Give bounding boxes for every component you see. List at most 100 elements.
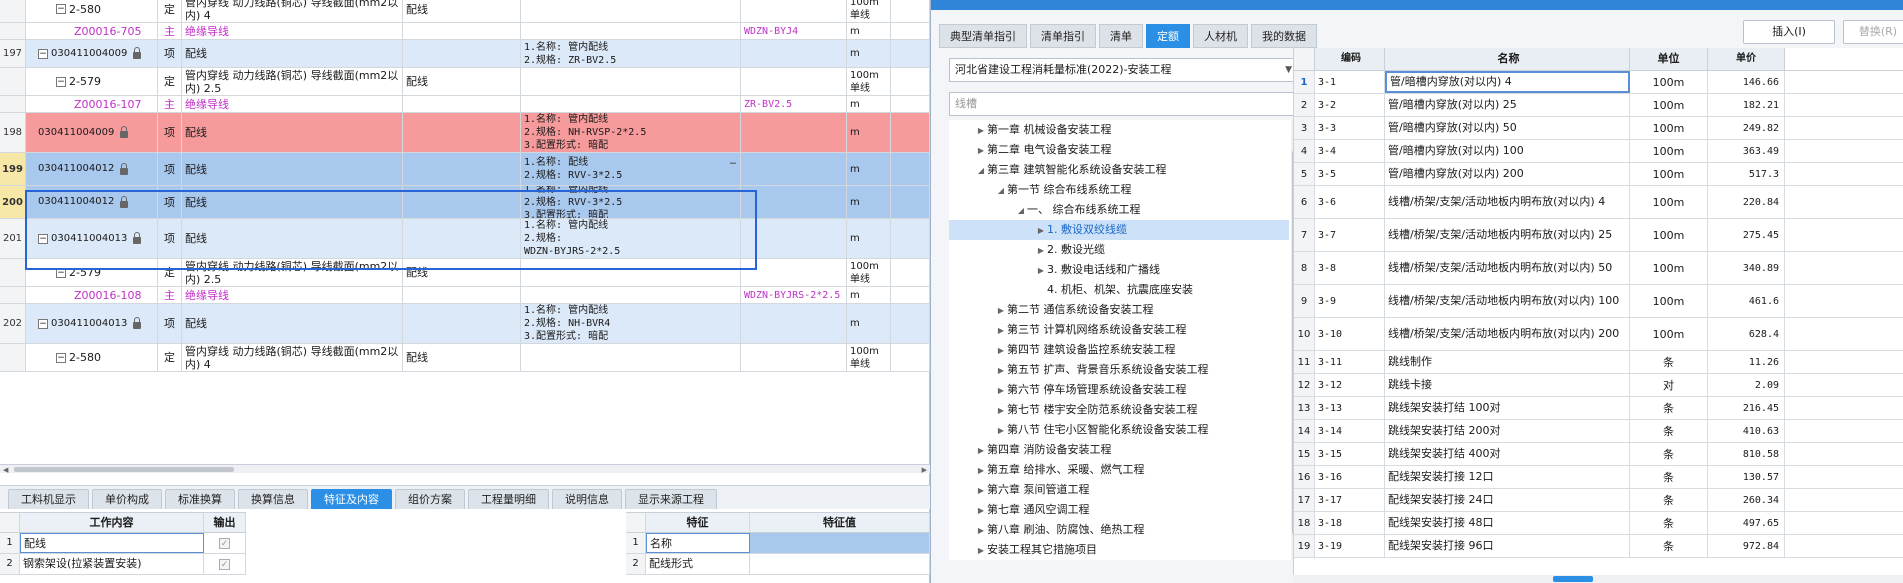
tree-node[interactable]: ▶ 2. 敷设光缆 bbox=[949, 240, 1289, 260]
feature-cell[interactable] bbox=[403, 113, 521, 152]
quota-code[interactable]: 3-13 bbox=[1315, 397, 1385, 419]
feature-cell[interactable] bbox=[403, 153, 521, 185]
table-row[interactable]: 11 3-11 跳线制作条 11.26 bbox=[1294, 351, 1903, 374]
table-row[interactable]: 1 名称 bbox=[626, 533, 930, 554]
bill-grid[interactable]: −2-580 定管内穿线 动力线路(铜芯) 导线截面(mm2以内) 4 配线 100m… bbox=[0, 0, 930, 464]
table-row[interactable]: 198 030411004009 项配线 1.名称: 管内配线 2.规格: NH-RVS… bbox=[0, 113, 930, 153]
chevron-down-icon[interactable]: ◢ bbox=[995, 181, 1007, 201]
name-cell[interactable]: 绝缘导线 bbox=[182, 287, 403, 303]
quota-code[interactable]: 3-12 bbox=[1315, 374, 1385, 396]
code-cell[interactable]: −030411004013 bbox=[26, 219, 158, 258]
tree-node[interactable]: ▶ 1. 敷设双绞线缆 bbox=[949, 220, 1289, 240]
quota-code[interactable]: 3-19 bbox=[1315, 535, 1385, 557]
table-row[interactable]: 18 3-18 配线架安装打接 48口条 497.65 bbox=[1294, 512, 1903, 535]
table-row[interactable]: 201−030411004013 项配线 1.名称: 管内配线 2.规格: WDZN-B… bbox=[0, 219, 930, 259]
scroll-left-icon[interactable]: ◀ bbox=[3, 466, 8, 474]
chevron-right-icon[interactable]: ▶ bbox=[975, 441, 987, 461]
table-row[interactable]: 3 3-3 管/暗槽内穿放(对以内) 50 100m 249.82 bbox=[1294, 117, 1903, 140]
output-checkbox[interactable]: ✓ bbox=[219, 559, 230, 570]
quota-name[interactable]: 配线架安装打接 24口 bbox=[1385, 489, 1630, 511]
code-cell[interactable]: −030411004013 bbox=[26, 304, 158, 343]
code-cell[interactable]: −2-579 bbox=[26, 68, 158, 95]
table-row[interactable]: 2 钢索架设(拉紧装置安装) ✓ bbox=[0, 554, 246, 575]
quota-code[interactable]: 3-9 bbox=[1315, 285, 1385, 317]
table-row[interactable]: 7 3-7 线槽/桥架/支架/活动地板内明布放(对以内) 25 100m 275.45 bbox=[1294, 219, 1903, 252]
tree-node[interactable]: ▶ 第四章 消防设备安装工程 bbox=[949, 440, 1289, 460]
feature-cell[interactable] bbox=[403, 219, 521, 258]
quota-name[interactable]: 线槽/桥架/支架/活动地板内明布放(对以内) 50 bbox=[1385, 252, 1630, 284]
quota-code[interactable]: 3-11 bbox=[1315, 351, 1385, 373]
table-row[interactable]: 16 3-16 配线架安装打接 12口条 130.57 bbox=[1294, 466, 1903, 489]
table-row[interactable]: 202−030411004013 项配线 1.名称: 管内配线 2.规格: NH-BV… bbox=[0, 304, 930, 344]
chevron-right-icon[interactable]: ▶ bbox=[995, 381, 1007, 401]
tree-node[interactable]: ▶ 第八章 刷油、防腐蚀、绝热工程 bbox=[949, 520, 1289, 540]
table-row[interactable]: −2-580 定管内穿线 动力线路(铜芯) 导线截面(mm2以内) 4 配线 100m… bbox=[0, 344, 930, 372]
spec-cell[interactable] bbox=[521, 344, 741, 371]
output-cell[interactable]: ✓ bbox=[204, 554, 246, 574]
spec-cell[interactable]: 1.名称: 管内配线 2.规格: RVV-3*2.5 3.配置形式: 暗配 bbox=[521, 186, 741, 218]
chevron-down-icon[interactable]: ◢ bbox=[975, 161, 987, 181]
tree-node[interactable]: ▶ 第二节 通信系统设备安装工程 bbox=[949, 300, 1289, 320]
tab-0[interactable]: 工料机显示 bbox=[8, 489, 89, 509]
spec-cell[interactable] bbox=[521, 96, 741, 112]
chevron-right-icon[interactable]: ▶ bbox=[975, 541, 987, 560]
table-row[interactable]: 4 3-4 管/暗槽内穿放(对以内) 100 100m 363.49 bbox=[1294, 140, 1903, 163]
tree-node[interactable]: ▶ 第七节 楼宇安全防范系统设备安装工程 bbox=[949, 400, 1289, 420]
feature-cell[interactable] bbox=[403, 304, 521, 343]
quota-code[interactable]: 3-10 bbox=[1315, 318, 1385, 350]
quota-code[interactable]: 3-5 bbox=[1315, 163, 1385, 185]
tree-node[interactable]: ▶ 第四节 建筑设备监控系统安装工程 bbox=[949, 340, 1289, 360]
feature-cell[interactable]: 配线 bbox=[403, 259, 521, 286]
chevron-right-icon[interactable]: ▶ bbox=[1035, 261, 1047, 281]
code-cell[interactable]: Z00016-108 bbox=[26, 287, 158, 303]
scroll-thumb[interactable] bbox=[1553, 576, 1593, 582]
code-cell[interactable]: Z00016-107 bbox=[26, 96, 158, 112]
quota-code[interactable]: 3-7 bbox=[1315, 219, 1385, 251]
output-checkbox[interactable]: ✓ bbox=[219, 538, 230, 549]
spec-cell[interactable]: 1.名称: 管内配线 2.规格: ZR-BV2.5 bbox=[521, 40, 741, 67]
name-cell[interactable]: 配线 bbox=[182, 40, 403, 67]
tree-node[interactable]: ◢ 第一节 综合布线系统工程 bbox=[949, 180, 1289, 200]
table-horizontal-scrollbar[interactable] bbox=[1293, 575, 1903, 583]
replace-button[interactable]: 替换(R) bbox=[1843, 20, 1903, 44]
feature-value[interactable] bbox=[750, 533, 930, 553]
dialog-title-bar[interactable] bbox=[931, 0, 1903, 10]
table-row[interactable]: 12 3-12 跳线卡接对 2.09 bbox=[1294, 374, 1903, 397]
quota-code[interactable]: 3-14 bbox=[1315, 420, 1385, 442]
table-row[interactable]: Z00016-107 主绝缘导线 ZR-BV2.5 m bbox=[0, 96, 930, 113]
search-input[interactable]: 线槽 bbox=[949, 92, 1299, 116]
quota-code[interactable]: 3-8 bbox=[1315, 252, 1385, 284]
tree-node[interactable]: ▶ 第二章 电气设备安装工程 bbox=[949, 140, 1289, 160]
quota-name[interactable]: 管/暗槽内穿放(对以内) 100 bbox=[1385, 140, 1630, 162]
code-cell[interactable]: 030411004012 bbox=[26, 186, 158, 218]
code-cell[interactable]: −030411004009 bbox=[26, 40, 158, 67]
chevron-right-icon[interactable]: ▶ bbox=[995, 401, 1007, 421]
table-row[interactable]: 6 3-6 线槽/桥架/支架/活动地板内明布放(对以内) 4 100m 220.84 bbox=[1294, 186, 1903, 219]
feature-cell[interactable] bbox=[403, 96, 521, 112]
spec-cell[interactable] bbox=[521, 0, 741, 22]
quota-name[interactable]: 配线架安装打接 12口 bbox=[1385, 466, 1630, 488]
tree-node[interactable]: ▶ 第五节 扩声、背景音乐系统设备安装工程 bbox=[949, 360, 1289, 380]
tree-node[interactable]: ▶ 安装工程其它措施项目 bbox=[949, 540, 1289, 560]
feature-cell[interactable] bbox=[403, 186, 521, 218]
spec-cell[interactable]: 1.名称: 管内配线 2.规格: NH-BVR4 3.配置形式: 暗配 bbox=[521, 304, 741, 343]
chevron-right-icon[interactable]: ▶ bbox=[975, 461, 987, 481]
quota-name[interactable]: 线槽/桥架/支架/活动地板内明布放(对以内) 100 bbox=[1385, 285, 1630, 317]
table-row[interactable]: −2-579 定管内穿线 动力线路(铜芯) 导线截面(mm2以内) 2.5 配线 10… bbox=[0, 68, 930, 96]
table-row[interactable]: 200 030411004012 项配线 1.名称: 管内配线 2.规格: RVV-3*… bbox=[0, 186, 930, 219]
dialog-tab-1[interactable]: 清单指引 bbox=[1030, 24, 1096, 48]
quota-code[interactable]: 3-16 bbox=[1315, 466, 1385, 488]
output-cell[interactable]: ✓ bbox=[204, 533, 246, 553]
name-cell[interactable]: 绝缘导线 bbox=[182, 23, 403, 39]
table-row[interactable]: 1 3-1 管/暗槽内穿放(对以内) 4 100m 146.66 bbox=[1294, 71, 1903, 94]
quota-name[interactable]: 管/暗槽内穿放(对以内) 25 bbox=[1385, 94, 1630, 116]
chevron-right-icon[interactable]: ▶ bbox=[995, 421, 1007, 441]
quota-name[interactable]: 跳线架安装打结 200对 bbox=[1385, 420, 1630, 442]
code-cell[interactable]: −2-580 bbox=[26, 0, 158, 22]
chevron-right-icon[interactable]: ▶ bbox=[995, 341, 1007, 361]
work-item[interactable]: 配线 bbox=[20, 533, 204, 553]
tab-6[interactable]: 工程量明细 bbox=[468, 489, 549, 509]
name-cell[interactable]: 配线 bbox=[182, 304, 403, 343]
collapse-icon[interactable]: − bbox=[38, 318, 48, 329]
feature-name[interactable]: 名称 bbox=[646, 533, 750, 553]
